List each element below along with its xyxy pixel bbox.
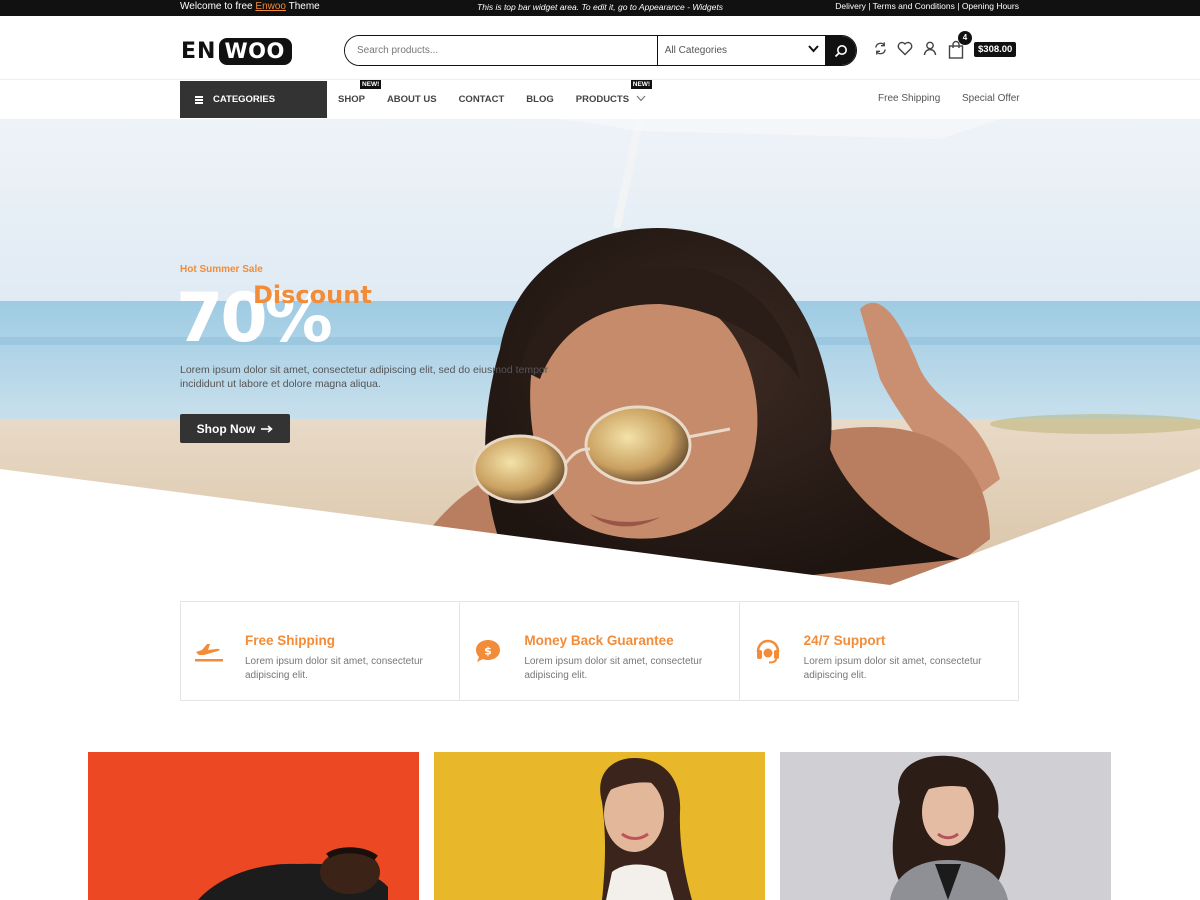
logo-woo: WOO [219,37,292,65]
feature-support: 24/7 Support Lorem ipsum dolor sit amet,… [740,602,1018,700]
nav-item-contact[interactable]: CONTACT [459,94,505,105]
hero-slider: Hot Summer Sale 70% Discount Lorem ipsum… [0,119,1200,585]
hero-tag: Hot Summer Sale [180,264,263,275]
banner-women[interactable] [434,752,765,900]
chevron-down-icon [808,45,819,56]
feature-text: Lorem ipsum dolor sit amet, consectetur … [245,656,423,681]
search-bar: All Categories [344,35,857,66]
svg-text:$: $ [485,645,493,658]
nav-item-about-us[interactable]: ABOUT US [387,94,437,105]
special-offer-link[interactable]: Special Offer [962,93,1020,104]
banner-fashion-image [780,752,1111,900]
banner-men-image [88,752,419,900]
free-shipping-link[interactable]: Free Shipping [878,93,940,104]
feature-title: 24/7 Support [803,633,886,648]
category-select[interactable]: All Categories [656,36,825,65]
nav-item-label: CONTACT [458,94,505,105]
category-select-value: All Categories [664,45,728,56]
cart-total[interactable]: $308.00 [974,42,1017,57]
feature-title: Free Shipping [245,633,336,648]
headset-icon [756,639,779,664]
feature-text: Lorem ipsum dolor sit amet, consectetur … [524,656,703,681]
widget-area-text: This is top bar widget area. To edit it,… [477,2,723,12]
search-input[interactable] [345,36,657,65]
feature-free-shipping: Free Shipping Lorem ipsum dolor sit amet… [181,602,461,700]
nav-item-label: PRODUCTS [575,94,630,105]
money-icon: $ [476,640,501,662]
cart-count-badge: 4 [958,31,972,45]
feature-title: Money Back Guarantee [524,633,674,648]
banner-fashion[interactable] [780,752,1111,900]
nav-item-blog[interactable]: BLOG [526,94,553,105]
compare-icon[interactable] [872,40,888,56]
site-logo[interactable]: EN WOO [181,36,292,66]
account-user-icon[interactable] [922,40,938,56]
wishlist-heart-icon[interactable] [897,40,913,56]
nav-item-label: ABOUT US [386,94,437,105]
chevron-down-icon [636,95,646,102]
categories-button[interactable]: CATEGORIES [180,81,327,118]
nav-item-products[interactable]: PRODUCTS NEW! [575,80,653,105]
categories-icon [195,95,203,104]
cart-button[interactable]: 4 [948,31,972,60]
feature-money-back: $ Money Back Guarantee Lorem ipsum dolor… [460,602,740,700]
new-badge: NEW! [630,80,653,89]
main-navigation: CATEGORIES SHOP NEW! ABOUT US CONTACT BL… [0,80,1200,119]
shop-now-label: Shop Now [196,421,256,436]
new-badge: NEW! [360,80,382,89]
shop-now-button[interactable]: Shop Now [180,414,290,443]
nav-item-label: SHOP [338,94,365,105]
hero-discount: Discount [253,281,372,309]
header-icons [872,40,938,56]
arrow-right-icon [261,424,274,433]
search-icon [834,44,847,57]
nav-item-label: BLOG [526,94,554,105]
hero-description: Lorem ipsum dolor sit amet, consectetur … [180,364,549,390]
search-button[interactable] [825,36,856,65]
features-row: Free Shipping Lorem ipsum dolor sit amet… [180,601,1019,701]
plane-icon [195,644,223,662]
topbar-links[interactable]: Delivery | Terms and Conditions | Openin… [835,1,1019,11]
nav-item-shop[interactable]: SHOP NEW! [338,80,382,105]
nav-menu: SHOP NEW! ABOUT US CONTACT BLOG PRODUCTS… [338,80,653,118]
feature-text: Lorem ipsum dolor sit amet, consectetur … [803,656,982,681]
banner-men[interactable] [88,752,419,900]
categories-label: CATEGORIES [213,94,276,105]
banner-women-image [434,752,765,900]
logo-en: EN [181,38,217,64]
top-bar: Welcome to free Enwoo Theme This is top … [0,0,1200,16]
